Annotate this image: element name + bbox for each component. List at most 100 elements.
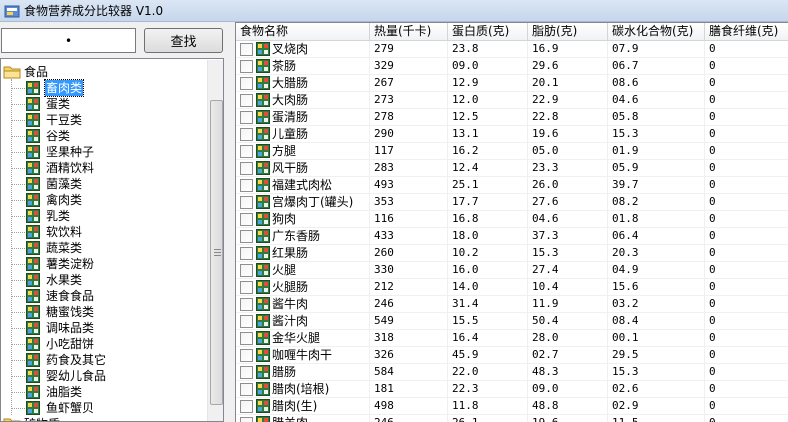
- table-row[interactable]: 腊肉(培根) 181 22.3 09.0 02.6 0: [236, 381, 788, 398]
- table-row[interactable]: 大肉肠 273 12.0 22.9 04.6 0: [236, 92, 788, 109]
- cell-calories: 279: [370, 41, 448, 58]
- cell-food-name[interactable]: 方腿: [236, 143, 370, 160]
- row-checkbox[interactable]: [240, 111, 253, 124]
- table-row[interactable]: 火腿肠 212 14.0 10.4 15.6 0: [236, 279, 788, 296]
- row-checkbox[interactable]: [240, 281, 253, 294]
- cell-fiber: 0: [705, 126, 788, 143]
- cell-carbs: 08.6: [608, 75, 705, 92]
- tree-connector-line: [11, 152, 25, 153]
- cell-food-name[interactable]: 酱牛肉: [236, 296, 370, 313]
- row-checkbox[interactable]: [240, 315, 253, 328]
- table-row[interactable]: 蛋清肠 278 12.5 22.8 05.8 0: [236, 109, 788, 126]
- table-row[interactable]: 酱牛肉 246 31.4 11.9 03.2 0: [236, 296, 788, 313]
- cell-food-name[interactable]: 火腿肠: [236, 279, 370, 296]
- cell-food-name[interactable]: 蛋清肠: [236, 109, 370, 126]
- row-checkbox[interactable]: [240, 196, 253, 209]
- search-input[interactable]: [1, 28, 136, 53]
- cell-food-name[interactable]: 儿童肠: [236, 126, 370, 143]
- table-row[interactable]: 红果肠 260 10.2 15.3 20.3 0: [236, 245, 788, 262]
- cell-protein: 13.1: [448, 126, 528, 143]
- table-row[interactable]: 茶肠 329 09.0 29.6 06.7 0: [236, 58, 788, 75]
- tree-connector-line: [11, 376, 25, 377]
- cell-protein: 16.4: [448, 330, 528, 347]
- cell-fat: 26.0: [528, 177, 608, 194]
- table-row[interactable]: 方腿 117 16.2 05.0 01.9 0: [236, 143, 788, 160]
- row-checkbox[interactable]: [240, 400, 253, 413]
- row-checkbox[interactable]: [240, 94, 253, 107]
- header-carbs[interactable]: 碳水化合物(克): [608, 23, 705, 41]
- cell-protein: 31.4: [448, 296, 528, 313]
- category-tree[interactable]: 食品 畜肉类 蛋类 干豆类 谷类 坚果种子 酒精饮料 菌藻类 禽肉类 乳类 软饮料 蔬菜类 薯类淀粉 水果…: [0, 58, 224, 422]
- cell-food-name[interactable]: 广东香肠: [236, 228, 370, 245]
- search-button[interactable]: 查找: [144, 28, 223, 53]
- row-checkbox[interactable]: [240, 247, 253, 260]
- cell-protein: 18.0: [448, 228, 528, 245]
- cell-food-name[interactable]: 腊肉(培根): [236, 381, 370, 398]
- tree-item-label: 药食及其它: [46, 353, 107, 367]
- row-checkbox[interactable]: [240, 128, 253, 141]
- table-row[interactable]: 金华火腿 318 16.4 28.0 00.1 0: [236, 330, 788, 347]
- table-row[interactable]: 腊肠 584 22.0 48.3 15.3 0: [236, 364, 788, 381]
- table-row[interactable]: 狗肉 116 16.8 04.6 01.8 0: [236, 211, 788, 228]
- table-row[interactable]: 酱汁肉 549 15.5 50.4 08.4 0: [236, 313, 788, 330]
- food-category-icon: [26, 145, 40, 159]
- cell-protein: 26.1: [448, 415, 528, 422]
- cell-food-name[interactable]: 腊肉(生): [236, 398, 370, 415]
- cell-food-name[interactable]: 宫爆肉丁(罐头): [236, 194, 370, 211]
- row-checkbox[interactable]: [240, 145, 253, 158]
- header-fiber[interactable]: 膳食纤维(克): [705, 23, 788, 41]
- tree-item-label: 谷类: [46, 129, 71, 143]
- row-checkbox[interactable]: [240, 179, 253, 192]
- tree-connector-line: [11, 79, 12, 415]
- cell-food-name[interactable]: 茶肠: [236, 58, 370, 75]
- cell-food-name[interactable]: 腊肠: [236, 364, 370, 381]
- food-name-text: 腊肉(培根): [272, 382, 330, 396]
- table-row[interactable]: 广东香肠 433 18.0 37.3 06.4 0: [236, 228, 788, 245]
- table-row[interactable]: 腊羊肉 24626.119.611.50: [236, 415, 788, 422]
- header-calories[interactable]: 热量(千卡): [370, 23, 448, 41]
- cell-calories: 116: [370, 211, 448, 228]
- row-checkbox[interactable]: [240, 230, 253, 243]
- cell-food-name[interactable]: 大肉肠: [236, 92, 370, 109]
- row-checkbox[interactable]: [240, 60, 253, 73]
- cell-food-name[interactable]: 金华火腿: [236, 330, 370, 347]
- header-food-name[interactable]: 食物名称: [236, 23, 370, 41]
- cell-food-name[interactable]: 红果肠: [236, 245, 370, 262]
- table-row[interactable]: 火腿 330 16.0 27.4 04.9 0: [236, 262, 788, 279]
- tree-scrollbar-thumb[interactable]: [210, 100, 223, 405]
- cell-food-name[interactable]: 福建式肉松: [236, 177, 370, 194]
- table-row[interactable]: 叉烧肉 279 23.8 16.9 07.9 0: [236, 41, 788, 58]
- row-checkbox[interactable]: [240, 77, 253, 90]
- row-checkbox[interactable]: [240, 383, 253, 396]
- cell-carbs: 15.6: [608, 279, 705, 296]
- row-checkbox[interactable]: [240, 332, 253, 345]
- table-row[interactable]: 宫爆肉丁(罐头) 353 17.7 27.6 08.2 0: [236, 194, 788, 211]
- row-checkbox[interactable]: [240, 298, 253, 311]
- food-category-icon: [26, 241, 40, 255]
- cell-food-name[interactable]: 狗肉: [236, 211, 370, 228]
- tree-scrollbar[interactable]: [207, 60, 223, 421]
- table-row[interactable]: 咖喱牛肉干 326 45.9 02.7 29.5 0: [236, 347, 788, 364]
- row-checkbox[interactable]: [240, 264, 253, 277]
- table-row[interactable]: 大腊肠 267 12.9 20.1 08.6 0: [236, 75, 788, 92]
- row-checkbox[interactable]: [240, 417, 253, 422]
- row-checkbox[interactable]: [240, 43, 253, 56]
- row-checkbox[interactable]: [240, 213, 253, 226]
- cell-food-name[interactable]: 腊羊肉: [236, 415, 370, 422]
- header-protein[interactable]: 蛋白质(克): [448, 23, 528, 41]
- row-checkbox[interactable]: [240, 366, 253, 379]
- row-checkbox[interactable]: [240, 349, 253, 362]
- cell-food-name[interactable]: 大腊肠: [236, 75, 370, 92]
- nutrition-table[interactable]: 食物名称 热量(千卡) 蛋白质(克) 脂肪(克) 碳水化合物(克) 膳食纤维(克) 叉烧肉…: [235, 22, 788, 422]
- table-row[interactable]: 腊肉(生) 498 11.8 48.8 02.9 0: [236, 398, 788, 415]
- cell-food-name[interactable]: 风干肠: [236, 160, 370, 177]
- row-checkbox[interactable]: [240, 162, 253, 175]
- cell-food-name[interactable]: 叉烧肉: [236, 41, 370, 58]
- cell-food-name[interactable]: 咖喱牛肉干: [236, 347, 370, 364]
- table-row[interactable]: 福建式肉松 493 25.1 26.0 39.7 0: [236, 177, 788, 194]
- header-fat[interactable]: 脂肪(克): [528, 23, 608, 41]
- table-row[interactable]: 风干肠 283 12.4 23.3 05.9 0: [236, 160, 788, 177]
- cell-food-name[interactable]: 酱汁肉: [236, 313, 370, 330]
- cell-food-name[interactable]: 火腿: [236, 262, 370, 279]
- table-row[interactable]: 儿童肠 290 13.1 19.6 15.3 0: [236, 126, 788, 143]
